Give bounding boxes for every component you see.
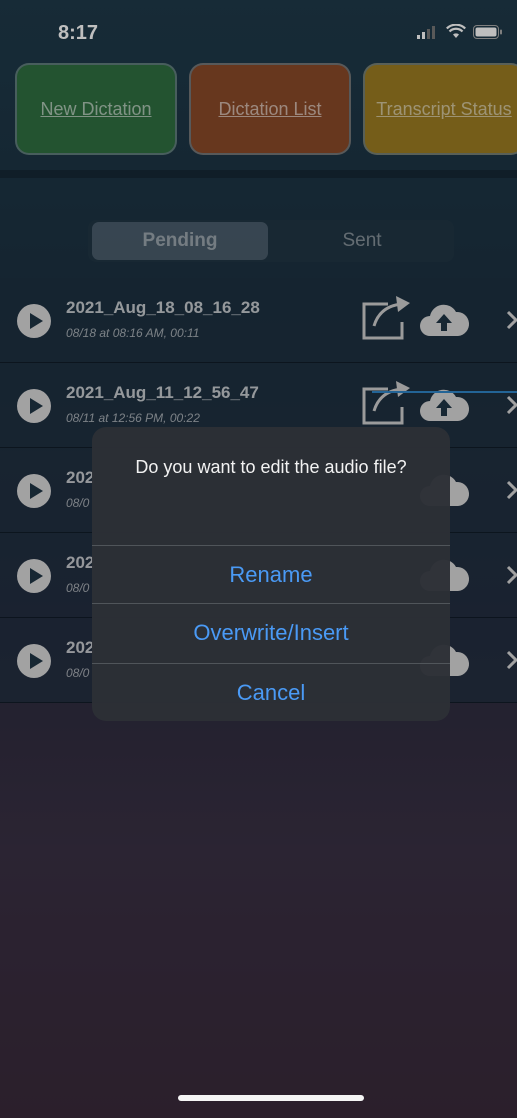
rename-button[interactable]: Rename (92, 545, 450, 603)
dialog-message: Do you want to edit the audio file? (135, 457, 407, 477)
overwrite-insert-button[interactable]: Overwrite/Insert (92, 603, 450, 661)
cancel-button[interactable]: Cancel (92, 663, 450, 721)
home-indicator[interactable] (178, 1095, 364, 1101)
edit-audio-dialog: Do you want to edit the audio file? Rena… (92, 427, 450, 721)
